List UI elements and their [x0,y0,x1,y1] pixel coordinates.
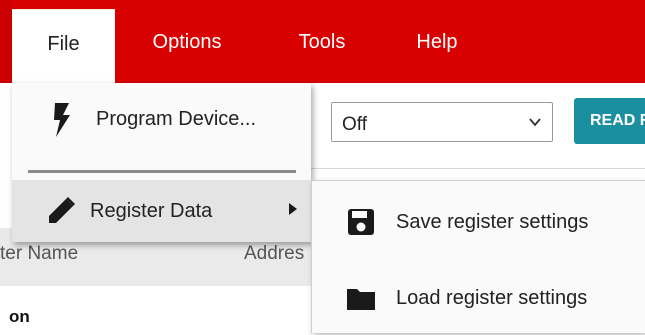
lightning-bolt-icon [54,103,70,137]
menu-item-save-register-settings[interactable]: Save register settings [312,189,645,259]
menu-bar-edge [0,0,12,83]
column-header-name[interactable]: ter Name [0,243,78,265]
register-data-submenu: Save register settings Load register set… [311,180,645,333]
chevron-down-icon [529,118,541,127]
menu-item-label: Program Device... [96,108,257,130]
save-icon [348,209,374,235]
menu-help[interactable]: Help [402,18,472,66]
menu-item-program-device[interactable]: Program Device... [12,83,311,163]
divider [311,168,645,169]
menu-item-label: Load register settings [396,287,588,309]
menu-item-register-data[interactable]: Register Data [12,180,311,242]
section-label: on [9,307,30,326]
menu-separator [28,170,296,173]
menu-file[interactable]: File [12,10,115,83]
menu-tools[interactable]: Tools [280,18,364,66]
menu-item-label: Register Data [90,200,213,222]
mode-select-value: Off [342,114,367,135]
submenu-arrow-icon [289,203,297,215]
column-header-address[interactable]: Addres [244,243,304,265]
folder-icon [347,289,375,310]
menu-options[interactable]: Options [125,18,249,66]
pencil-icon [49,197,75,223]
menu-item-load-register-settings[interactable]: Load register settings [312,265,645,335]
file-dropdown-menu: Program Device... Register Data [12,83,311,242]
mode-select[interactable]: Off [331,102,553,142]
read-button[interactable]: READ R [574,98,645,144]
menu-item-label: Save register settings [396,211,589,233]
